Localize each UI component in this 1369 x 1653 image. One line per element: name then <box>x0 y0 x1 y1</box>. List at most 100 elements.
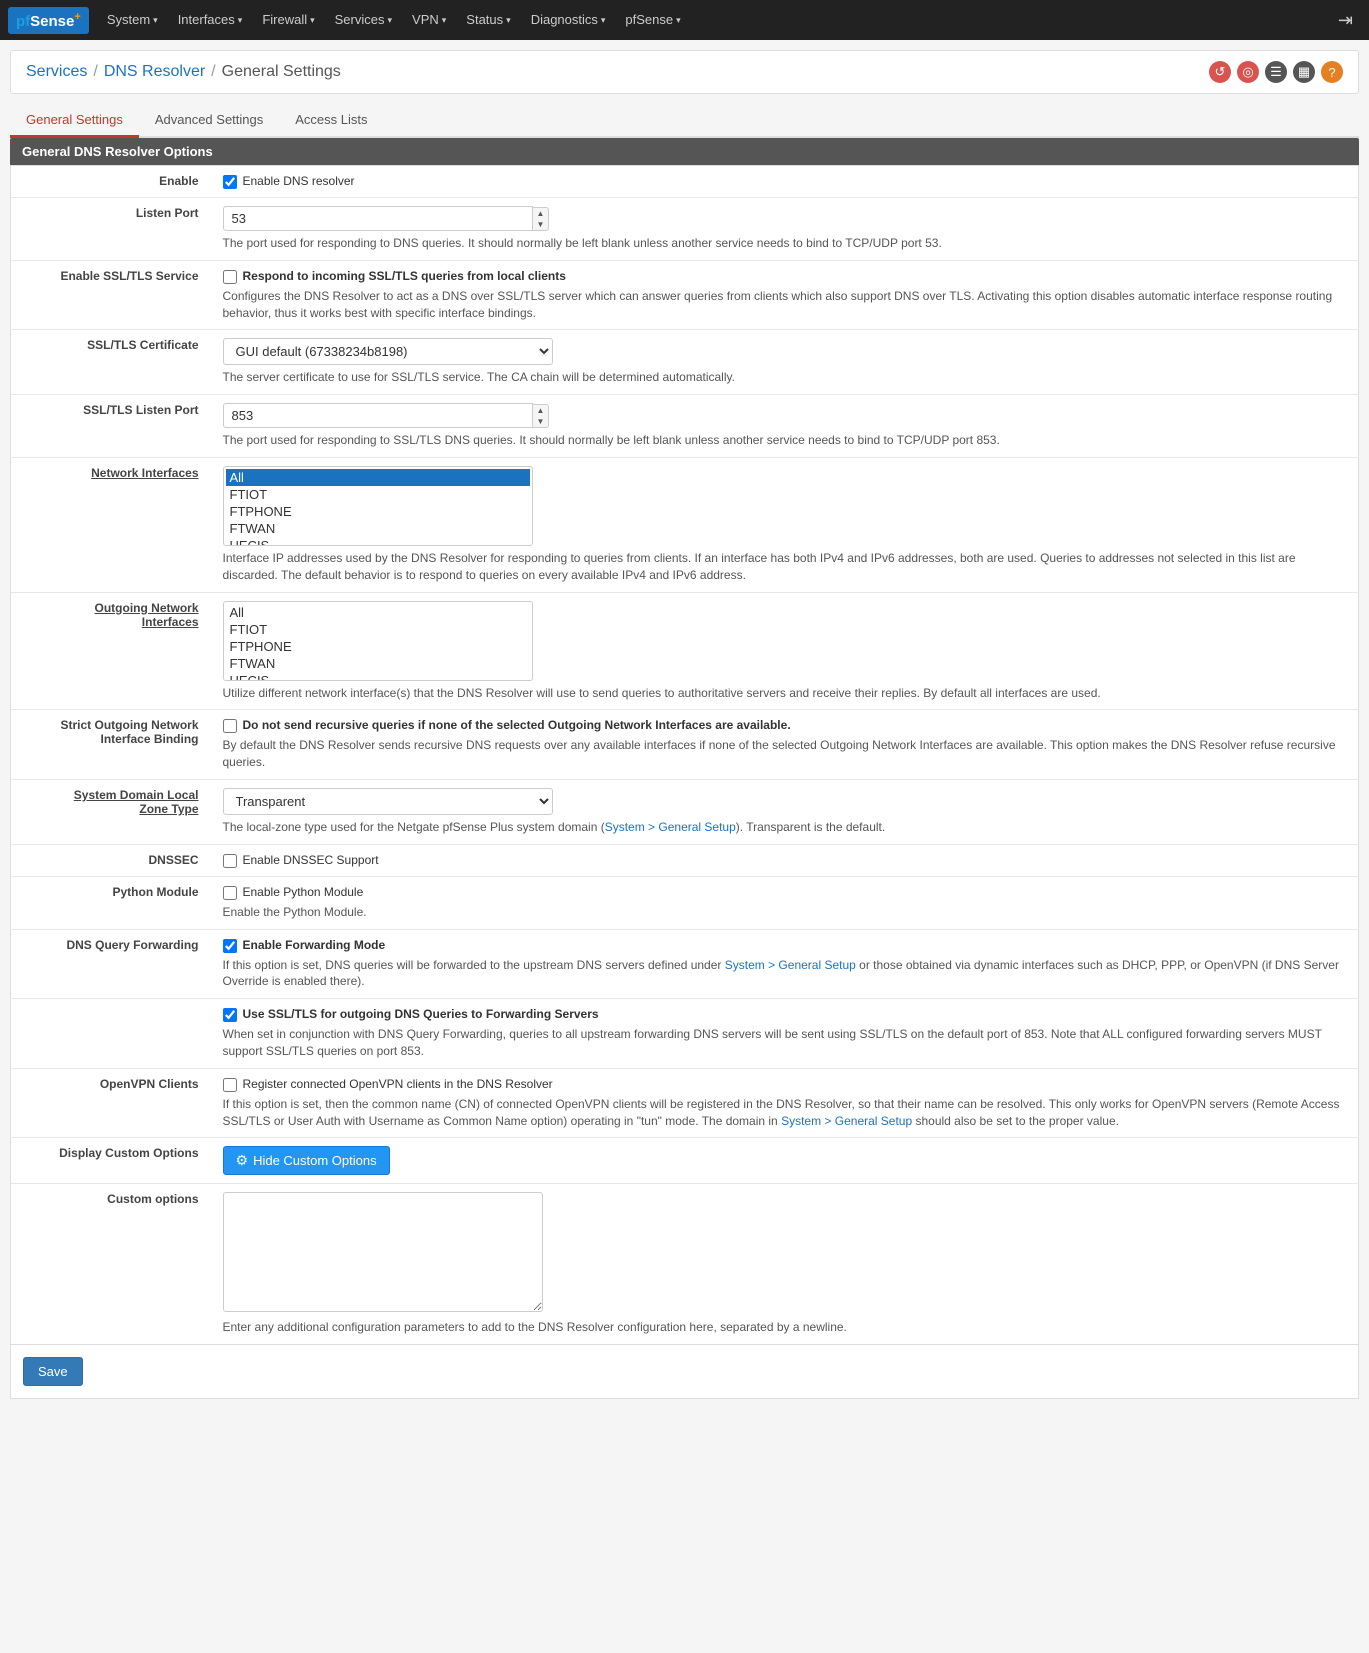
save-button[interactable]: Save <box>23 1357 83 1386</box>
python-module-label: Enable Python Module <box>243 885 364 899</box>
dns-forwarding-help: If this option is set, DNS queries will … <box>223 957 1347 991</box>
breadcrumb-dns-resolver[interactable]: DNS Resolver <box>104 63 205 81</box>
dns-forwarding-help-link[interactable]: System > General Setup <box>725 958 856 972</box>
ssl-tls-checkbox[interactable] <box>223 270 237 284</box>
row-ssl-tls-service: Enable SSL/TLS Service Respond to incomi… <box>11 260 1359 330</box>
nav-pfsense[interactable]: pfSense ▾ <box>615 0 690 40</box>
enable-label: Enable DNS resolver <box>243 174 355 188</box>
label-outgoing-interfaces: Outgoing NetworkInterfaces <box>11 592 211 710</box>
save-button-row: Save <box>10 1345 1359 1399</box>
options-table: Enable Enable DNS resolver Listen Port ▲… <box>10 165 1359 1345</box>
label-ssl-tls-cert: SSL/TLS Certificate <box>11 330 211 395</box>
table-icon[interactable]: ▦ <box>1293 61 1315 83</box>
custom-options-help: Enter any additional configuration param… <box>223 1319 1347 1336</box>
strict-outgoing-checkbox[interactable] <box>223 719 237 733</box>
openvpn-clients-help: If this option is set, then the common n… <box>223 1096 1347 1130</box>
ssl-tls-help: Configures the DNS Resolver to act as a … <box>223 288 1347 322</box>
nav-system[interactable]: System ▾ <box>97 0 168 40</box>
chevron-down-icon: ▾ <box>676 0 681 40</box>
target-icon[interactable]: ◎ <box>1237 61 1259 83</box>
chevron-down-icon: ▾ <box>601 0 606 40</box>
listen-port-spinner[interactable]: ▲▼ <box>533 207 550 231</box>
label-listen-port: Listen Port <box>11 198 211 261</box>
outgoing-interfaces-select[interactable]: All FTIOT FTPHONE FTWAN HECIS <box>223 601 533 681</box>
label-ssl-tls-service: Enable SSL/TLS Service <box>11 260 211 330</box>
zone-type-help-link[interactable]: System > General Setup <box>605 820 736 834</box>
python-module-help: Enable the Python Module. <box>223 904 1347 921</box>
label-enable: Enable <box>11 166 211 198</box>
row-network-interfaces: Network Interfaces All FTIOT FTPHONE FTW… <box>11 457 1359 592</box>
tab-general-settings[interactable]: General Settings <box>10 104 139 138</box>
tab-access-lists[interactable]: Access Lists <box>279 104 383 138</box>
breadcrumb-services[interactable]: Services <box>26 63 87 81</box>
breadcrumb-current: General Settings <box>222 63 341 81</box>
chevron-down-icon: ▾ <box>153 0 158 40</box>
refresh-icon[interactable]: ↺ <box>1209 61 1231 83</box>
nav-vpn[interactable]: VPN ▾ <box>402 0 456 40</box>
row-enable: Enable Enable DNS resolver <box>11 166 1359 198</box>
row-listen-port: Listen Port ▲▼ The port used for respond… <box>11 198 1359 261</box>
header-icons: ↺ ◎ ☰ ▦ ? <box>1209 61 1343 83</box>
row-ssl-tls-cert: SSL/TLS Certificate GUI default (6733823… <box>11 330 1359 395</box>
label-display-custom: Display Custom Options <box>11 1138 211 1184</box>
custom-options-textarea[interactable] <box>223 1192 543 1312</box>
ssl-tls-cert-help: The server certificate to use for SSL/TL… <box>223 369 1347 386</box>
hide-custom-options-button[interactable]: ⚙ Hide Custom Options <box>223 1146 390 1175</box>
brand-plus: + <box>74 11 80 23</box>
list-icon[interactable]: ☰ <box>1265 61 1287 83</box>
nav-diagnostics[interactable]: Diagnostics ▾ <box>521 0 616 40</box>
nav-services[interactable]: Services ▾ <box>325 0 402 40</box>
network-interfaces-select[interactable]: All FTIOT FTPHONE FTWAN HECIS <box>223 466 533 546</box>
zone-type-select[interactable]: Transparent Static Redirect Inform Infor… <box>223 788 553 815</box>
row-zone-type: System Domain LocalZone Type Transparent… <box>11 779 1359 844</box>
value-ssl-tls-cert: GUI default (67338234b8198) The server c… <box>211 330 1359 395</box>
row-strict-outgoing: Strict Outgoing Network Interface Bindin… <box>11 710 1359 780</box>
label-strict-outgoing: Strict Outgoing Network Interface Bindin… <box>11 710 211 780</box>
tab-advanced-settings[interactable]: Advanced Settings <box>139 104 279 138</box>
label-network-interfaces: Network Interfaces <box>11 457 211 592</box>
ssl-forwarding-label: Use SSL/TLS for outgoing DNS Queries to … <box>243 1007 599 1021</box>
ssl-forwarding-checkbox[interactable] <box>223 1008 237 1022</box>
brand-text: pfSense+ <box>16 11 81 30</box>
dns-forwarding-checkbox[interactable] <box>223 939 237 953</box>
row-outgoing-interfaces: Outgoing NetworkInterfaces All FTIOT FTP… <box>11 592 1359 710</box>
strict-outgoing-help: By default the DNS Resolver sends recurs… <box>223 737 1347 771</box>
brand-logo[interactable]: pfSense+ <box>8 7 89 34</box>
label-custom-options: Custom options <box>11 1184 211 1345</box>
row-python-module: Python Module Enable Python Module Enabl… <box>11 876 1359 929</box>
openvpn-clients-checkbox[interactable] <box>223 1078 237 1092</box>
listen-port-input[interactable] <box>223 206 533 231</box>
nav-status[interactable]: Status ▾ <box>456 0 520 40</box>
navbar: pfSense+ System ▾ Interfaces ▾ Firewall … <box>0 0 1369 40</box>
dns-forwarding-label: Enable Forwarding Mode <box>243 938 386 952</box>
value-network-interfaces: All FTIOT FTPHONE FTWAN HECIS Interface … <box>211 457 1359 592</box>
ssl-tls-port-spinner[interactable]: ▲▼ <box>533 404 550 428</box>
value-listen-port: ▲▼ The port used for responding to DNS q… <box>211 198 1359 261</box>
listen-port-help: The port used for responding to DNS quer… <box>223 235 1347 252</box>
chevron-down-icon: ▾ <box>310 0 315 40</box>
value-custom-options: Enter any additional configuration param… <box>211 1184 1359 1345</box>
label-ssl-tls-port: SSL/TLS Listen Port <box>11 395 211 458</box>
dnssec-label: Enable DNSSEC Support <box>243 853 379 867</box>
value-ssl-tls-service: Respond to incoming SSL/TLS queries from… <box>211 260 1359 330</box>
main-content: General DNS Resolver Options Enable Enab… <box>10 138 1359 1399</box>
python-module-checkbox[interactable] <box>223 886 237 900</box>
breadcrumb: Services / DNS Resolver / General Settin… <box>26 63 341 81</box>
row-openvpn-clients: OpenVPN Clients Register connected OpenV… <box>11 1068 1359 1138</box>
ssl-tls-cert-select[interactable]: GUI default (67338234b8198) <box>223 338 553 365</box>
ssl-forwarding-help: When set in conjunction with DNS Query F… <box>223 1026 1347 1060</box>
openvpn-help-link[interactable]: System > General Setup <box>781 1114 912 1128</box>
logout-button[interactable]: ⇥ <box>1330 10 1361 31</box>
dnssec-checkbox[interactable] <box>223 854 237 868</box>
value-dnssec: Enable DNSSEC Support <box>211 844 1359 876</box>
label-openvpn-clients: OpenVPN Clients <box>11 1068 211 1138</box>
row-ssl-tls-port: SSL/TLS Listen Port ▲▼ The port used for… <box>11 395 1359 458</box>
nav-interfaces[interactable]: Interfaces ▾ <box>168 0 253 40</box>
nav-firewall[interactable]: Firewall ▾ <box>252 0 324 40</box>
ssl-tls-port-input[interactable] <box>223 403 533 428</box>
value-zone-type: Transparent Static Redirect Inform Infor… <box>211 779 1359 844</box>
label-dns-forwarding: DNS Query Forwarding <box>11 929 211 999</box>
enable-checkbox[interactable] <box>223 175 237 189</box>
value-strict-outgoing: Do not send recursive queries if none of… <box>211 710 1359 780</box>
help-icon[interactable]: ? <box>1321 61 1343 83</box>
